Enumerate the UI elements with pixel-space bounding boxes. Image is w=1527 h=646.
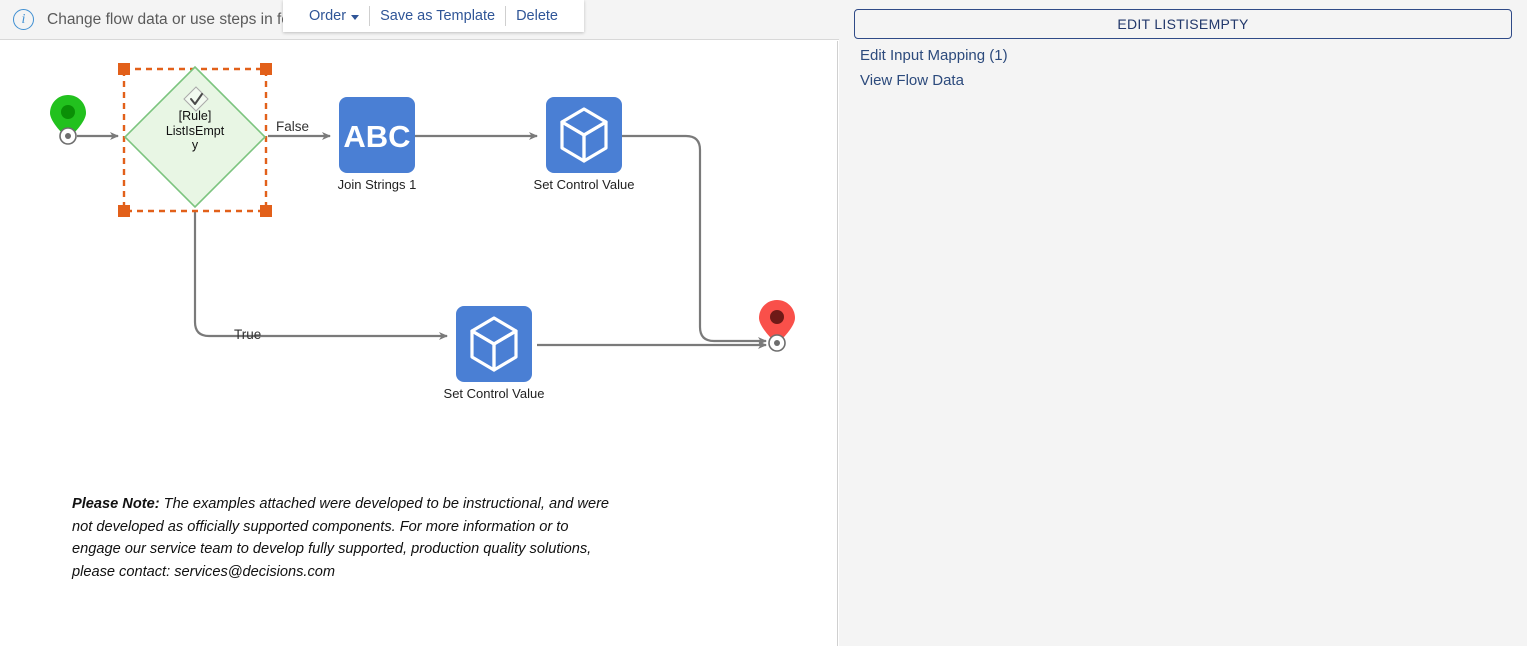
svg-text:ABC: ABC <box>343 119 410 154</box>
rule-node-label-line3: y <box>191 138 199 152</box>
edit-input-mapping-link[interactable]: Edit Input Mapping (1) <box>860 47 1527 64</box>
rule-node-label-line2: ListIsEmpt <box>165 123 225 138</box>
view-flow-data-link[interactable]: View Flow Data <box>860 72 1527 89</box>
delete-button[interactable]: Delete <box>506 8 568 24</box>
please-note-text: Please Note: The examples attached were … <box>72 493 612 583</box>
edit-listisempty-button[interactable]: EDIT LISTISEMPTY <box>854 9 1512 39</box>
rule-node-label-line1: [Rule] <box>178 109 212 123</box>
save-as-template-button[interactable]: Save as Template <box>370 8 505 24</box>
info-icon: i <box>13 9 34 30</box>
flow-designer-canvas[interactable]: ABC [Rule] ListIsEmpt y False True Join … <box>0 41 838 646</box>
step-label-set-control-value-top: Set Control Value <box>533 177 635 192</box>
order-menu-button[interactable]: Order <box>299 8 369 24</box>
rule-node-label[interactable]: [Rule] ListIsEmpt y <box>152 109 238 153</box>
step-properties-panel: EDIT LISTISEMPTY Edit Input Mapping (1) … <box>839 0 1527 646</box>
step-label-set-control-value-bottom: Set Control Value <box>443 386 545 401</box>
edge-label-true: True <box>234 327 262 342</box>
edge-label-false: False <box>276 119 310 134</box>
please-note-lead: Please Note: <box>72 496 160 512</box>
step-context-toolbar: Order Save as Template Delete <box>283 0 584 32</box>
chevron-down-icon <box>351 14 360 20</box>
step-label-join-strings: Join Strings 1 <box>337 177 417 192</box>
order-menu-label: Order <box>309 8 347 24</box>
